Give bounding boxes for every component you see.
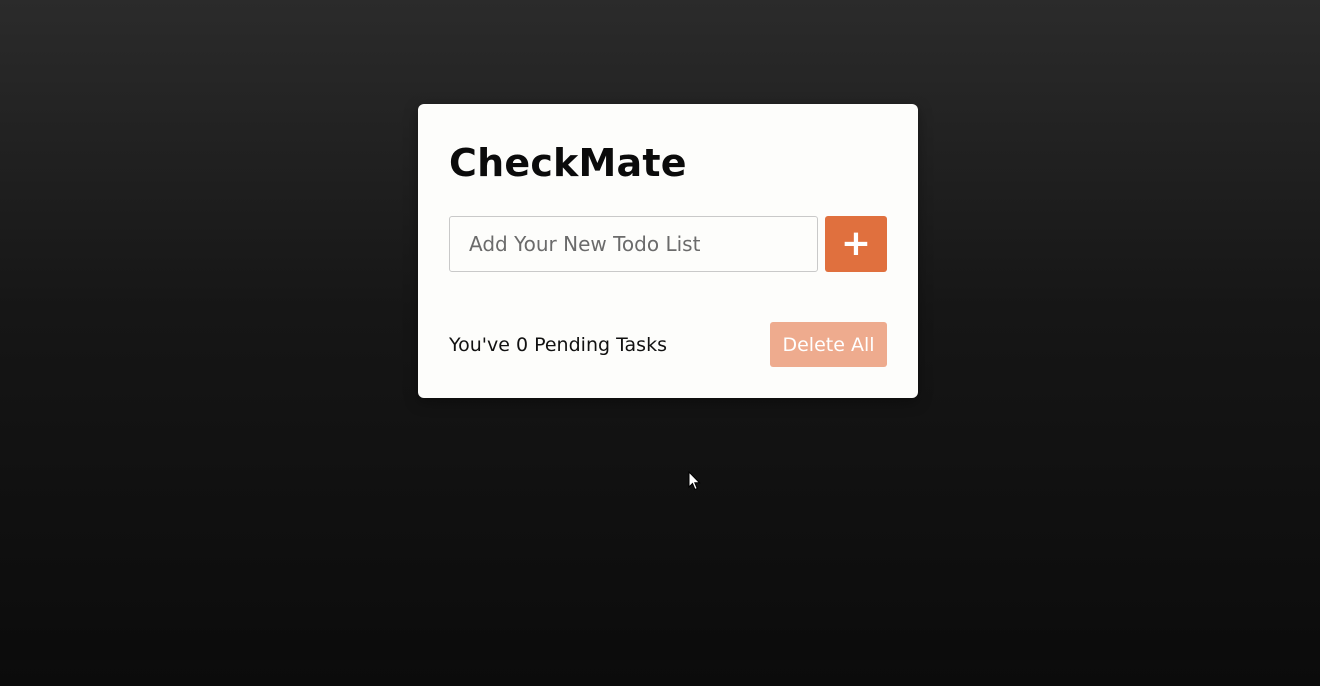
plus-icon: + <box>840 223 872 264</box>
app-title: CheckMate <box>449 141 687 185</box>
todo-card: CheckMate + You've 0 Pending Tasks Delet… <box>418 104 918 398</box>
pending-prefix: You've <box>449 333 516 356</box>
mouse-cursor-icon <box>688 471 701 491</box>
pending-count: 0 <box>515 333 529 356</box>
footer-row: You've 0 Pending Tasks Delete All <box>449 322 887 367</box>
todo-input[interactable] <box>449 216 818 272</box>
delete-all-button[interactable]: Delete All <box>770 322 887 367</box>
add-button[interactable]: + <box>825 216 887 272</box>
pending-tasks-text: You've 0 Pending Tasks <box>449 334 667 356</box>
input-row: + <box>449 216 887 272</box>
pending-suffix: Pending Tasks <box>528 333 667 356</box>
